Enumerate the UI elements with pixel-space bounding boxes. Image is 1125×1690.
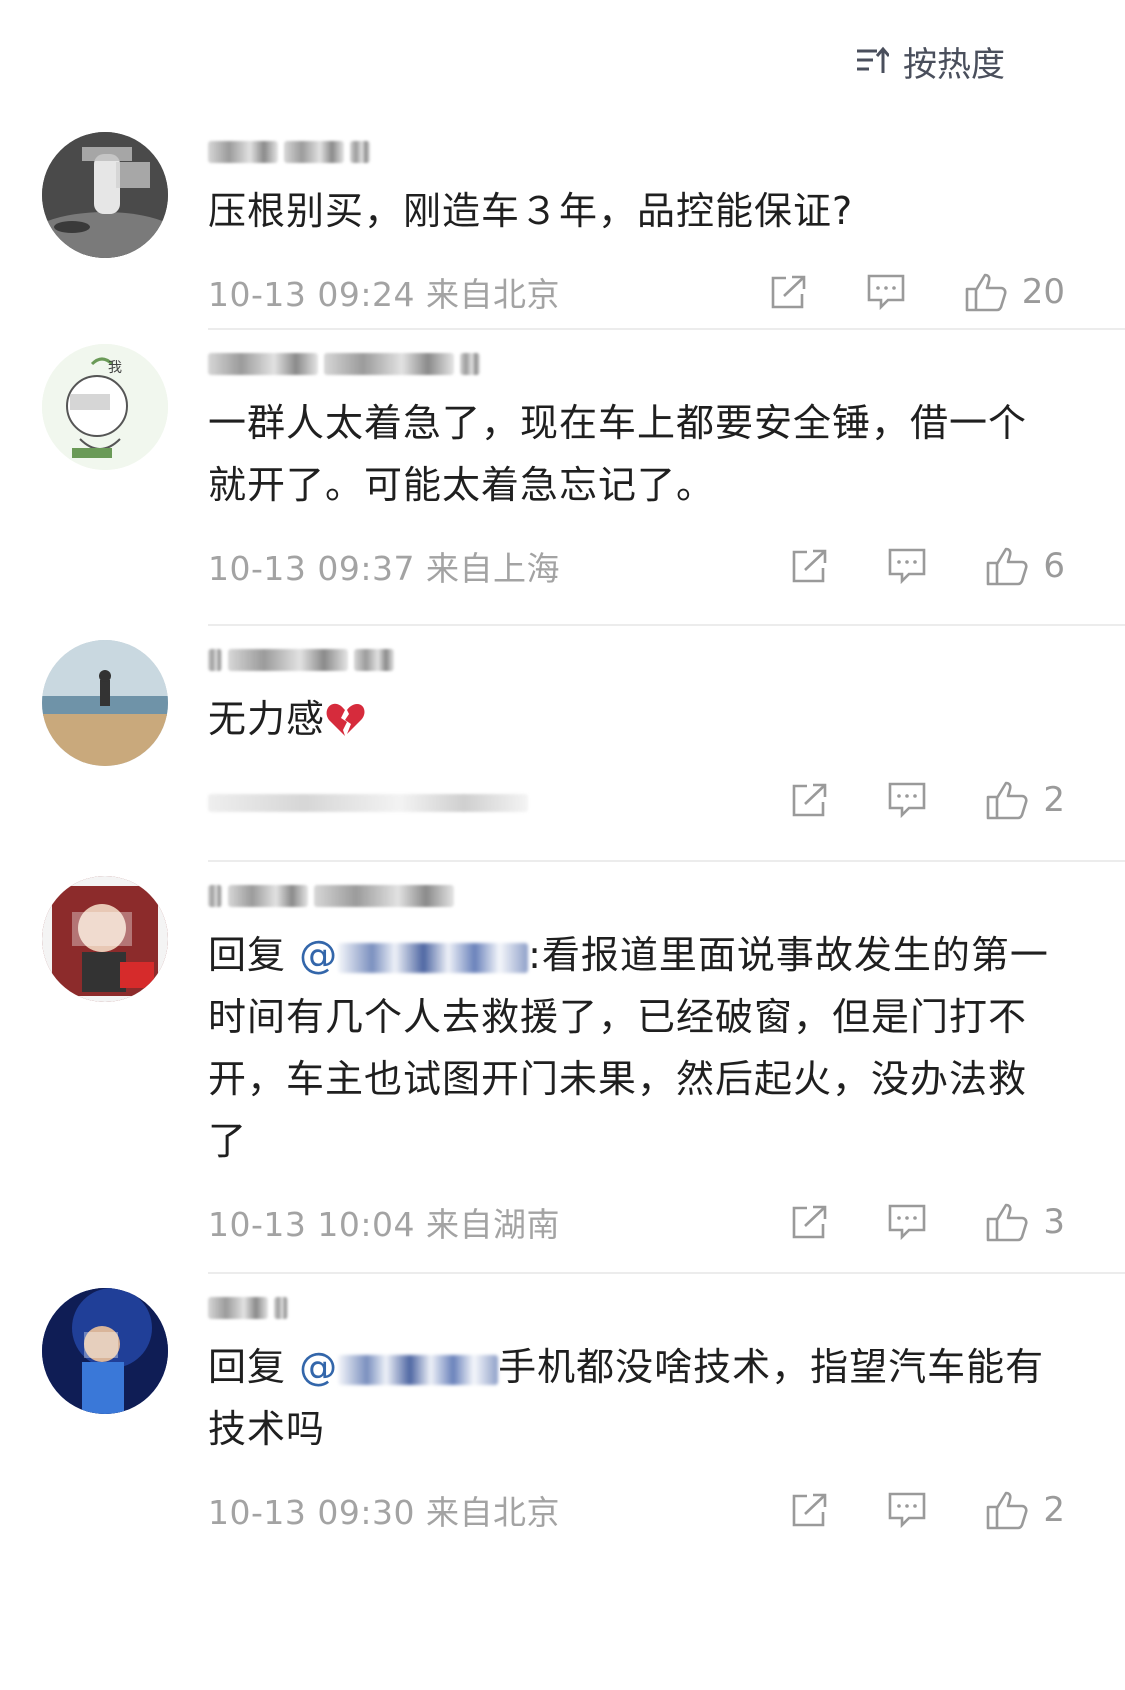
username-redacted[interactable]: [208, 340, 1065, 388]
avatar[interactable]: [42, 132, 168, 258]
like-count: 2: [1043, 1490, 1065, 1530]
svg-text:我: 我: [108, 360, 122, 376]
comment-icon: [889, 1492, 926, 1529]
username-redacted[interactable]: [208, 636, 1065, 684]
share-icon: [793, 549, 827, 583]
comment-text: 压根别买，刚造车３年，品控能保证?: [208, 189, 854, 233]
comment-meta: 10-13 10:04 来自湖南: [208, 1205, 560, 1244]
share-button[interactable]: [791, 1204, 829, 1240]
like-button[interactable]: 2: [985, 1489, 1065, 1531]
reply-prefix: 回复: [208, 1345, 287, 1389]
like-button[interactable]: 2: [985, 779, 1065, 821]
avatar[interactable]: [42, 1288, 168, 1414]
username-redacted[interactable]: [208, 872, 1065, 920]
share-icon: [793, 783, 827, 817]
share-button[interactable]: [791, 1492, 829, 1528]
comment-meta: 10-13 09:37 来自上海: [208, 549, 560, 588]
reply-button[interactable]: [887, 1491, 927, 1529]
avatar[interactable]: [42, 876, 168, 1002]
share-icon: [771, 275, 806, 309]
comment-item: 回复 @ 手机都没啥技术，指望汽车能有技术吗 10-13 09:30 来自北京 2: [0, 1274, 1125, 1574]
reply-button[interactable]: [887, 547, 927, 585]
broken-heart-icon: [325, 694, 365, 736]
comment-meta: 10-13 09:24 来自北京: [208, 275, 560, 314]
thumbs-up-icon: [987, 1491, 1028, 1530]
like-count: 6: [1043, 546, 1065, 586]
thumbs-up-icon: [987, 781, 1028, 820]
comment-icon: [889, 548, 926, 585]
username-redacted[interactable]: [208, 1284, 1065, 1332]
comment-item: 无力感 2: [0, 626, 1125, 862]
comment-text: 回复 @:看报道里面说事故发生的第一时间有几个人去救援了，已经破窗，但是门打不开…: [208, 933, 1049, 1163]
mention-link[interactable]: @: [299, 1345, 499, 1389]
reply-button[interactable]: [887, 781, 927, 819]
avatar[interactable]: [42, 640, 168, 766]
username-redacted[interactable]: [208, 128, 1065, 176]
mention-link[interactable]: @: [299, 933, 529, 977]
avatar[interactable]: 我: [42, 344, 168, 470]
comment-text: 回复 @ 手机都没啥技术，指望汽车能有技术吗: [208, 1345, 1045, 1451]
comment-item: 回复 @:看报道里面说事故发生的第一时间有几个人去救援了，已经破窗，但是门打不开…: [0, 862, 1125, 1274]
sort-label: 按热度: [903, 44, 1005, 85]
like-count: 20: [1021, 272, 1065, 312]
thumbs-up-icon: [987, 547, 1028, 586]
sort-by-heat-button[interactable]: 按热度: [855, 38, 1005, 85]
reply-button[interactable]: [866, 273, 906, 311]
comment-icon: [867, 274, 905, 311]
sort-icon: [855, 46, 889, 76]
comment-meta-redacted: [208, 781, 528, 820]
comment-icon: [889, 1204, 926, 1241]
like-button[interactable]: 20: [964, 271, 1065, 313]
comment-list: 压根别买，刚造车３年，品控能保证? 10-13 09:24 来自北京 20 我 …: [0, 118, 1125, 1574]
share-button[interactable]: [791, 782, 829, 818]
comment-item: 压根别买，刚造车３年，品控能保证? 10-13 09:24 来自北京 20: [0, 118, 1125, 330]
share-icon: [793, 1205, 827, 1239]
comment-icon: [889, 782, 926, 819]
share-icon: [793, 1493, 827, 1527]
share-button[interactable]: [791, 548, 829, 584]
thumbs-up-icon: [987, 1203, 1028, 1242]
like-count: 2: [1043, 780, 1065, 820]
comment-item: 我 一群人太着急了，现在车上都要安全锤，借一个就开了。可能太着急忘记了。 10-…: [0, 330, 1125, 626]
comment-text: 一群人太着急了，现在车上都要安全锤，借一个就开了。可能太着急忘记了。: [208, 401, 1028, 507]
like-button[interactable]: 3: [985, 1201, 1065, 1243]
like-count: 3: [1043, 1202, 1065, 1242]
reply-prefix: 回复: [208, 933, 287, 977]
comment-meta: 10-13 09:30 来自北京: [208, 1493, 560, 1532]
thumbs-up-icon: [965, 273, 1007, 312]
comment-text: 无力感: [208, 688, 1065, 750]
reply-button[interactable]: [887, 1203, 927, 1241]
share-button[interactable]: [770, 274, 808, 310]
like-button[interactable]: 6: [985, 545, 1065, 587]
